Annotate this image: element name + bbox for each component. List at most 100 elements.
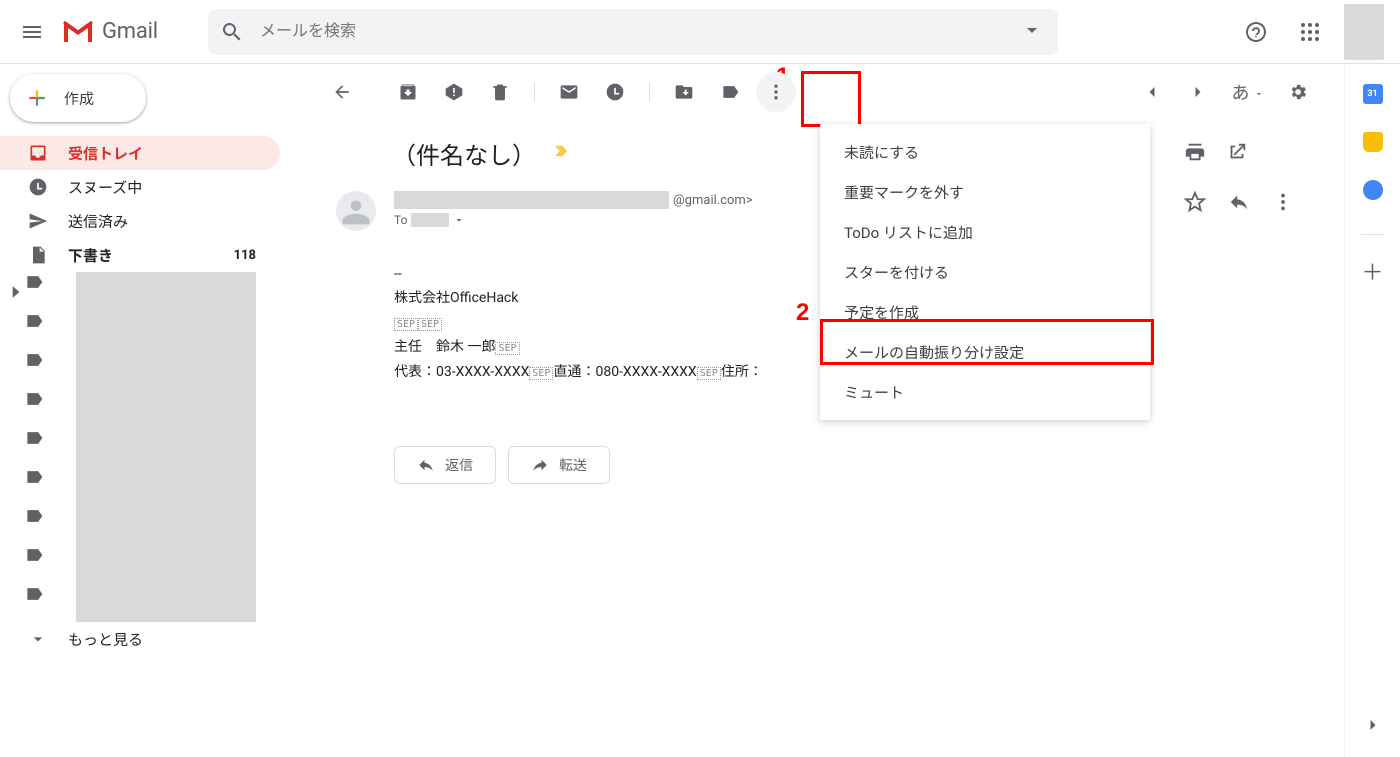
caret-down-icon <box>453 214 465 226</box>
search-input[interactable] <box>244 9 1046 55</box>
delete-button[interactable] <box>480 72 520 112</box>
back-button[interactable] <box>322 72 362 112</box>
to-label: To <box>394 213 407 227</box>
side-panel-toggle[interactable] <box>1363 715 1383 739</box>
main-menu-button[interactable] <box>8 8 56 56</box>
tasks-addon[interactable] <box>1363 180 1383 200</box>
dd-add-todo[interactable]: ToDo リストに追加 <box>820 212 1150 252</box>
more-vertical-icon <box>1272 191 1294 213</box>
forward-button-large[interactable]: 転送 <box>508 446 610 484</box>
chevron-left-icon <box>1142 82 1162 102</box>
get-addons-button[interactable]: ＋ <box>1361 263 1383 285</box>
plus-icon <box>24 85 50 111</box>
support-button[interactable] <box>1236 12 1276 52</box>
search-options-button[interactable] <box>1020 18 1044 46</box>
keep-addon[interactable] <box>1363 132 1383 152</box>
separator-char: SEP <box>529 367 553 380</box>
mark-unread-button[interactable] <box>549 72 589 112</box>
dd-star[interactable]: スターを付ける <box>820 252 1150 292</box>
reply-icon <box>417 456 435 474</box>
importance-icon <box>552 142 570 160</box>
label-icon <box>24 428 44 448</box>
annotation-2: 2 <box>796 299 809 327</box>
settings-button[interactable] <box>1278 72 1318 112</box>
more-dropdown: 未読にする 重要マークを外す ToDo リストに追加 スターを付ける 予定を作成… <box>820 124 1150 420</box>
sidebar-item-snoozed[interactable]: スヌーズ中 <box>0 170 280 204</box>
reply-button-large[interactable]: 返信 <box>394 446 496 484</box>
sidebar-item-drafts[interactable]: 下書き 118 <box>0 238 280 272</box>
sender-avatar[interactable] <box>336 191 376 231</box>
dd-label: ToDo リストに追加 <box>844 222 973 243</box>
caret-down-icon <box>1020 18 1044 42</box>
caret-down-icon <box>1254 89 1264 99</box>
gmail-logo[interactable]: Gmail <box>62 19 158 44</box>
archive-button[interactable] <box>388 72 428 112</box>
chevron-right-icon <box>1188 82 1208 102</box>
dd-label: メールの自動振り分け設定 <box>844 342 1024 363</box>
reply-button[interactable] <box>1228 191 1250 217</box>
dd-label: 重要マークを外す <box>844 182 964 203</box>
message-body-line: 主任 鈴木 一郎 <box>394 339 495 355</box>
dd-filter-messages[interactable]: メールの自動振り分け設定 <box>820 332 1150 372</box>
apps-button[interactable] <box>1290 12 1330 52</box>
dd-mark-unread[interactable]: 未読にする <box>820 132 1150 172</box>
dd-remove-important[interactable]: 重要マークを外す <box>820 172 1150 212</box>
star-icon <box>1184 191 1206 213</box>
print-icon <box>1184 141 1206 163</box>
header-right <box>1236 4 1384 60</box>
message-body-line: 株式会社OfficeHack <box>394 290 518 306</box>
compose-button[interactable]: 作成 <box>10 74 146 122</box>
move-icon <box>674 82 694 102</box>
importance-marker[interactable] <box>552 142 570 165</box>
older-button[interactable] <box>1132 72 1172 112</box>
sidebar-labels-redacted <box>76 272 256 622</box>
gear-icon <box>1288 82 1308 102</box>
person-icon <box>340 195 372 227</box>
newer-button[interactable] <box>1178 72 1218 112</box>
toolbar-separator <box>534 82 535 102</box>
sidebar-item-label: もっと見る <box>68 629 143 650</box>
label-icon <box>24 506 44 526</box>
dd-create-event[interactable]: 予定を作成 <box>820 292 1150 332</box>
label-icon <box>24 584 44 604</box>
input-tools-button[interactable]: あ <box>1224 79 1272 105</box>
label-icon <box>24 311 44 331</box>
sidebar: 作成 受信トレイ スヌーズ中 送信済み 下書き 118 <box>0 64 296 757</box>
dd-mute[interactable]: ミュート <box>820 372 1150 412</box>
separator-char: SEP <box>697 367 721 380</box>
snooze-button[interactable] <box>595 72 635 112</box>
spam-button[interactable] <box>434 72 474 112</box>
reply-label: 返信 <box>445 455 473 475</box>
sidebar-nav: 受信トレイ スヌーズ中 送信済み 下書き 118 <box>0 136 296 656</box>
sidebar-label-item[interactable] <box>0 272 280 622</box>
calendar-addon[interactable]: 31 <box>1363 84 1383 104</box>
star-button[interactable] <box>1184 191 1206 217</box>
message-actions <box>1184 191 1294 217</box>
sidebar-item-inbox[interactable]: 受信トレイ <box>0 136 280 170</box>
message-body-line: 代表：03-XXXX-XXXX <box>394 364 529 380</box>
more-button[interactable] <box>756 72 796 112</box>
separator-char: SEP <box>394 318 418 331</box>
move-to-button[interactable] <box>664 72 704 112</box>
separator-char: SEP <box>495 342 519 355</box>
message-more-button[interactable] <box>1272 191 1294 217</box>
reply-forward-row: 返信 転送 <box>394 446 1304 484</box>
sidebar-item-sent[interactable]: 送信済み <box>0 204 280 238</box>
clock-icon <box>28 177 48 197</box>
open-new-window-button[interactable] <box>1226 141 1248 167</box>
header: Gmail <box>0 0 1400 64</box>
chevron-right-icon <box>1363 715 1383 735</box>
sidebar-item-label: 受信トレイ <box>68 143 143 164</box>
open-in-new-icon <box>1226 141 1248 163</box>
toolbar: あ <box>296 64 1344 120</box>
account-avatar[interactable] <box>1344 4 1384 60</box>
sidebar-item-more[interactable]: もっと見る <box>0 622 280 656</box>
trash-icon <box>490 82 510 102</box>
sidebar-item-label: スヌーズ中 <box>68 177 142 198</box>
print-button[interactable] <box>1184 141 1206 167</box>
search-bar[interactable] <box>208 9 1058 55</box>
message-body-line: 直通：080-XXXX-XXXX <box>553 364 696 380</box>
main: 1 あ （件名なし） <box>296 64 1344 757</box>
labels-button[interactable] <box>710 72 750 112</box>
forward-icon <box>531 456 549 474</box>
